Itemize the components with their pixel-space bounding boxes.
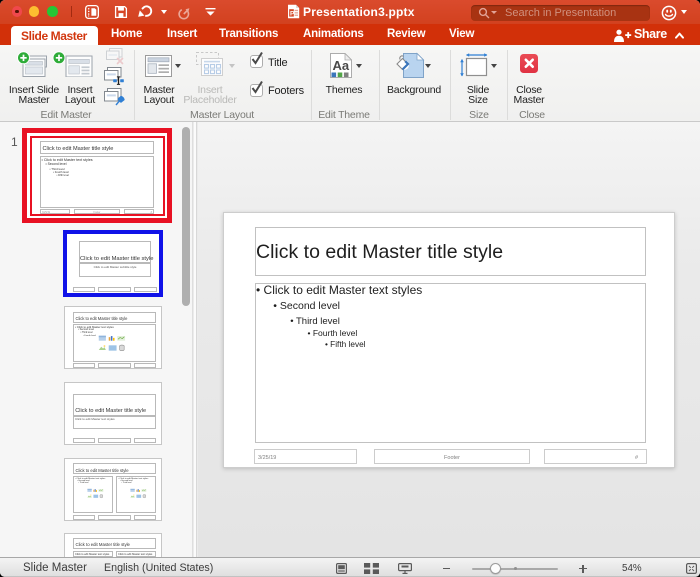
svg-text:P: P	[290, 10, 295, 17]
svg-text:Aa: Aa	[333, 58, 350, 73]
